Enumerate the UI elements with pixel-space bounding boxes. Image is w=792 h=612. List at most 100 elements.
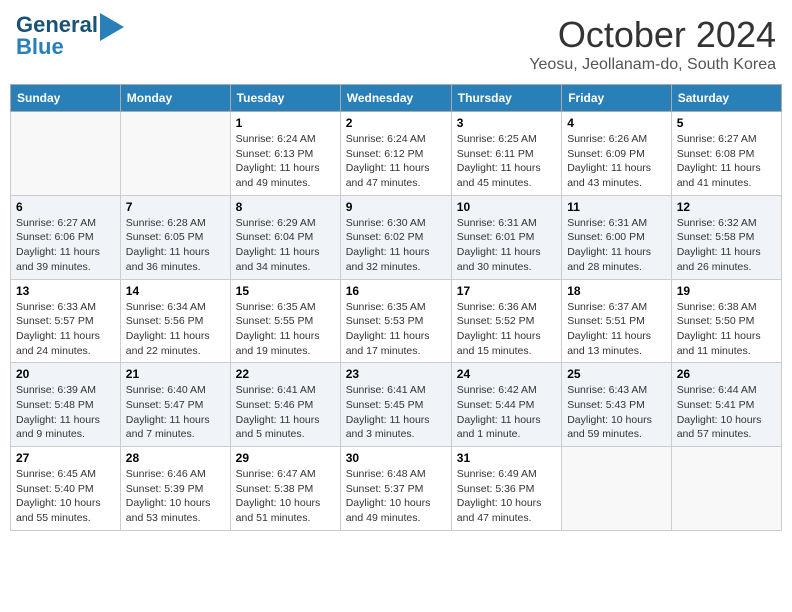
- day-number: 28: [126, 451, 225, 465]
- day-number: 4: [567, 116, 666, 130]
- calendar-cell: 25 Sunrise: 6:43 AM Sunset: 5:43 PM Dayli…: [562, 363, 672, 447]
- day-number: 11: [567, 200, 666, 214]
- day-number: 9: [346, 200, 446, 214]
- day-number: 31: [457, 451, 556, 465]
- calendar-week-row: 1Sunrise: 6:24 AM Sunset: 6:13 PM Daylig…: [11, 112, 782, 196]
- day-number: 13: [16, 284, 115, 298]
- calendar-cell: 23Sunrise: 6:41 AM Sunset: 5:45 PM Dayli…: [340, 363, 451, 447]
- day-number: 16: [346, 284, 446, 298]
- calendar-cell: 29Sunrise: 6:47 AM Sunset: 5:38 PM Dayli…: [230, 447, 340, 531]
- weekday-header-saturday: Saturday: [671, 85, 781, 112]
- title-block: October 2024 Yeosu, Jeollanam-do, South …: [529, 14, 776, 74]
- day-info: Sunrise: 6:35 AM Sunset: 5:53 PM Dayligh…: [346, 300, 446, 359]
- day-number: 14: [126, 284, 225, 298]
- calendar-cell: 19 Sunrise: 6:38 AM Sunset: 5:50 PM Dayli…: [671, 279, 781, 363]
- day-info: Sunrise: 6:39 AM Sunset: 5:48 PM Dayligh…: [16, 383, 115, 442]
- calendar-cell: 30Sunrise: 6:48 AM Sunset: 5:37 PM Dayli…: [340, 447, 451, 531]
- day-info: Sunrise: 6:34 AM Sunset: 5:56 PM Dayligh…: [126, 300, 225, 359]
- calendar-cell: 12 Sunrise: 6:32 AM Sunset: 5:58 PM Dayli…: [671, 195, 781, 279]
- calendar-table: SundayMondayTuesdayWednesdayThursdayFrid…: [10, 84, 782, 531]
- day-info: Sunrise: 6:36 AM Sunset: 5:52 PM Dayligh…: [457, 300, 556, 359]
- calendar-cell: 6Sunrise: 6:27 AM Sunset: 6:06 PM Daylig…: [11, 195, 121, 279]
- calendar-cell: 24Sunrise: 6:42 AM Sunset: 5:44 PM Dayli…: [451, 363, 561, 447]
- calendar-cell: 11 Sunrise: 6:31 AM Sunset: 6:00 PM Dayli…: [562, 195, 672, 279]
- calendar-cell: 16 Sunrise: 6:35 AM Sunset: 5:53 PM Dayli…: [340, 279, 451, 363]
- month-title: October 2024: [529, 14, 776, 56]
- weekday-header-tuesday: Tuesday: [230, 85, 340, 112]
- calendar-week-row: 20 Sunrise: 6:39 AM Sunset: 5:48 PM Dayli…: [11, 363, 782, 447]
- day-number: 3: [457, 116, 556, 130]
- calendar-cell: 26 Sunrise: 6:44 AM Sunset: 5:41 PM Dayli…: [671, 363, 781, 447]
- day-info: Sunrise: 6:31 AM Sunset: 6:00 PM Dayligh…: [567, 216, 666, 275]
- day-number: 17: [457, 284, 556, 298]
- calendar-cell: 18 Sunrise: 6:37 AM Sunset: 5:51 PM Dayli…: [562, 279, 672, 363]
- calendar-cell: 13 Sunrise: 6:33 AM Sunset: 5:57 PM Dayli…: [11, 279, 121, 363]
- weekday-header-monday: Monday: [120, 85, 230, 112]
- day-info: Sunrise: 6:43 AM Sunset: 5:43 PM Dayligh…: [567, 383, 666, 442]
- day-info: Sunrise: 6:37 AM Sunset: 5:51 PM Dayligh…: [567, 300, 666, 359]
- calendar-cell: 7Sunrise: 6:28 AM Sunset: 6:05 PM Daylig…: [120, 195, 230, 279]
- day-info: Sunrise: 6:33 AM Sunset: 5:57 PM Dayligh…: [16, 300, 115, 359]
- day-number: 22: [236, 367, 335, 381]
- day-info: Sunrise: 6:25 AM Sunset: 6:11 PM Dayligh…: [457, 132, 556, 191]
- calendar-cell: [562, 447, 672, 531]
- day-number: 8: [236, 200, 335, 214]
- day-info: Sunrise: 6:31 AM Sunset: 6:01 PM Dayligh…: [457, 216, 556, 275]
- calendar-cell: 21 Sunrise: 6:40 AM Sunset: 5:47 PM Dayli…: [120, 363, 230, 447]
- day-info: Sunrise: 6:44 AM Sunset: 5:41 PM Dayligh…: [677, 383, 776, 442]
- calendar-week-row: 13 Sunrise: 6:33 AM Sunset: 5:57 PM Dayli…: [11, 279, 782, 363]
- day-number: 24: [457, 367, 556, 381]
- day-info: Sunrise: 6:35 AM Sunset: 5:55 PM Dayligh…: [236, 300, 335, 359]
- day-number: 2: [346, 116, 446, 130]
- weekday-header-thursday: Thursday: [451, 85, 561, 112]
- calendar-cell: [671, 447, 781, 531]
- day-info: Sunrise: 6:47 AM Sunset: 5:38 PM Dayligh…: [236, 467, 335, 526]
- day-info: Sunrise: 6:45 AM Sunset: 5:40 PM Dayligh…: [16, 467, 115, 526]
- calendar-cell: [11, 112, 121, 196]
- calendar-cell: 9Sunrise: 6:30 AM Sunset: 6:02 PM Daylig…: [340, 195, 451, 279]
- logo-text: GeneralBlue: [16, 14, 98, 58]
- day-number: 26: [677, 367, 776, 381]
- logo-arrow-icon: [100, 13, 124, 41]
- day-info: Sunrise: 6:32 AM Sunset: 5:58 PM Dayligh…: [677, 216, 776, 275]
- day-info: Sunrise: 6:38 AM Sunset: 5:50 PM Dayligh…: [677, 300, 776, 359]
- calendar-cell: 15 Sunrise: 6:35 AM Sunset: 5:55 PM Dayli…: [230, 279, 340, 363]
- calendar-cell: 17 Sunrise: 6:36 AM Sunset: 5:52 PM Dayli…: [451, 279, 561, 363]
- page-header: GeneralBlue October 2024 Yeosu, Jeollana…: [10, 10, 782, 78]
- day-number: 19: [677, 284, 776, 298]
- calendar-cell: [120, 112, 230, 196]
- calendar-cell: 2 Sunrise: 6:24 AM Sunset: 6:12 PM Daylig…: [340, 112, 451, 196]
- day-info: Sunrise: 6:26 AM Sunset: 6:09 PM Dayligh…: [567, 132, 666, 191]
- day-number: 15: [236, 284, 335, 298]
- day-info: Sunrise: 6:29 AM Sunset: 6:04 PM Dayligh…: [236, 216, 335, 275]
- day-number: 6: [16, 200, 115, 214]
- calendar-cell: 10 Sunrise: 6:31 AM Sunset: 6:01 PM Dayli…: [451, 195, 561, 279]
- day-info: Sunrise: 6:27 AM Sunset: 6:08 PM Dayligh…: [677, 132, 776, 191]
- weekday-header-wednesday: Wednesday: [340, 85, 451, 112]
- day-number: 5: [677, 116, 776, 130]
- day-number: 27: [16, 451, 115, 465]
- calendar-cell: 28Sunrise: 6:46 AM Sunset: 5:39 PM Dayli…: [120, 447, 230, 531]
- day-number: 25: [567, 367, 666, 381]
- day-number: 30: [346, 451, 446, 465]
- day-number: 23: [346, 367, 446, 381]
- day-number: 1: [236, 116, 335, 130]
- calendar-cell: 5 Sunrise: 6:27 AM Sunset: 6:08 PM Daylig…: [671, 112, 781, 196]
- day-number: 10: [457, 200, 556, 214]
- day-info: Sunrise: 6:49 AM Sunset: 5:36 PM Dayligh…: [457, 467, 556, 526]
- day-number: 18: [567, 284, 666, 298]
- calendar-cell: 22Sunrise: 6:41 AM Sunset: 5:46 PM Dayli…: [230, 363, 340, 447]
- day-info: Sunrise: 6:40 AM Sunset: 5:47 PM Dayligh…: [126, 383, 225, 442]
- calendar-week-row: 6Sunrise: 6:27 AM Sunset: 6:06 PM Daylig…: [11, 195, 782, 279]
- day-info: Sunrise: 6:24 AM Sunset: 6:12 PM Dayligh…: [346, 132, 446, 191]
- day-number: 21: [126, 367, 225, 381]
- calendar-cell: 20 Sunrise: 6:39 AM Sunset: 5:48 PM Dayli…: [11, 363, 121, 447]
- calendar-cell: 3 Sunrise: 6:25 AM Sunset: 6:11 PM Daylig…: [451, 112, 561, 196]
- day-number: 12: [677, 200, 776, 214]
- weekday-header-friday: Friday: [562, 85, 672, 112]
- calendar-cell: 27 Sunrise: 6:45 AM Sunset: 5:40 PM Dayli…: [11, 447, 121, 531]
- day-info: Sunrise: 6:28 AM Sunset: 6:05 PM Dayligh…: [126, 216, 225, 275]
- day-number: 20: [16, 367, 115, 381]
- calendar-cell: 14 Sunrise: 6:34 AM Sunset: 5:56 PM Dayli…: [120, 279, 230, 363]
- calendar-cell: 4 Sunrise: 6:26 AM Sunset: 6:09 PM Daylig…: [562, 112, 672, 196]
